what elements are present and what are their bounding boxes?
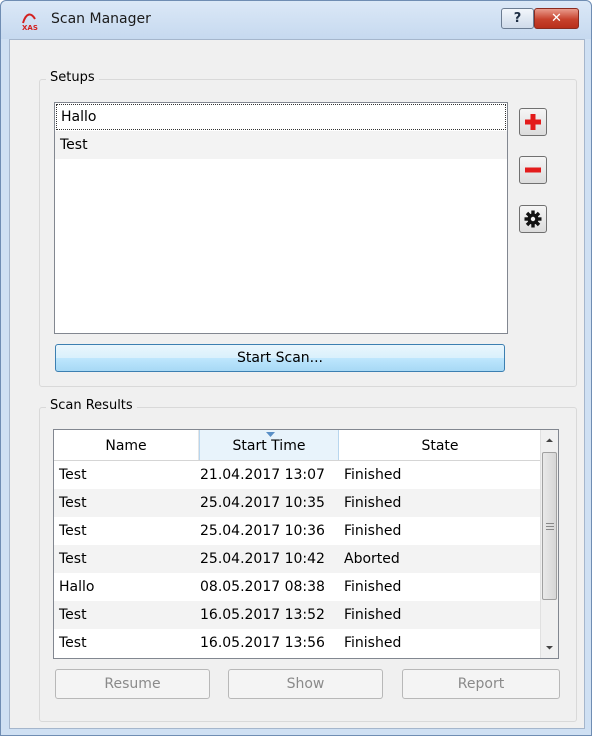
plus-icon [525, 114, 541, 130]
setups-group-title: Setups [46, 70, 99, 85]
table-row[interactable]: Test 25.04.2017 10:42 Aborted [54, 545, 541, 573]
report-button[interactable]: Report [402, 669, 560, 699]
cell-name: Test [59, 495, 87, 511]
cell-start-time: 16.05.2017 13:52 [200, 607, 325, 623]
scroll-up-button[interactable] [541, 432, 558, 449]
cell-name: Test [59, 523, 87, 539]
column-header-state[interactable]: State [339, 430, 541, 460]
help-button[interactable]: ? [501, 8, 534, 29]
add-setup-button[interactable] [519, 108, 547, 136]
column-header-name[interactable]: Name [54, 430, 199, 460]
app-logo-icon: XAS [21, 11, 43, 32]
setups-group: Setups Hallo Test Start Scan... [39, 70, 577, 387]
show-button[interactable]: Show [228, 669, 383, 699]
minus-icon [525, 167, 541, 173]
cell-name: Test [59, 551, 87, 567]
cell-state: Finished [344, 495, 402, 511]
scroll-grip-icon [546, 523, 554, 532]
setup-item-hallo[interactable]: Hallo [56, 104, 506, 130]
cell-start-time: 25.04.2017 10:42 [200, 551, 325, 567]
scroll-down-button[interactable] [541, 639, 558, 656]
table-header: Name Start Time State [54, 430, 541, 461]
cell-start-time: 25.04.2017 10:36 [200, 523, 325, 539]
title-bar[interactable]: XAS Scan Manager ? ✕ [1, 1, 591, 39]
column-header-start-time-label: Start Time [232, 438, 306, 454]
table-row[interactable]: Test 25.04.2017 10:35 Finished [54, 489, 541, 517]
table-row[interactable]: Test 16.05.2017 13:56 Finished [54, 629, 541, 657]
gear-icon [524, 210, 542, 228]
setup-item-test[interactable]: Test [55, 131, 507, 159]
scroll-thumb[interactable] [542, 452, 557, 600]
chevron-down-icon [546, 646, 553, 650]
svg-text:XAS: XAS [22, 24, 38, 31]
setup-settings-button[interactable] [519, 205, 547, 233]
cell-name: Test [59, 635, 87, 651]
remove-setup-button[interactable] [519, 156, 547, 184]
cell-start-time: 25.04.2017 10:35 [200, 495, 325, 511]
cell-state: Finished [344, 607, 402, 623]
dialog-client-area: Setups Hallo Test Start Scan... Scan Res… [9, 39, 585, 729]
close-button[interactable]: ✕ [534, 8, 579, 29]
cell-state: Aborted [344, 551, 400, 567]
table-vertical-scrollbar[interactable] [540, 430, 558, 658]
column-header-start-time[interactable]: Start Time [199, 430, 339, 460]
cell-state: Finished [344, 635, 402, 651]
table-row[interactable]: Test 21.04.2017 13:07 Finished [54, 461, 541, 489]
cell-state: Finished [344, 523, 402, 539]
cell-name: Test [59, 607, 87, 623]
scan-results-group-title: Scan Results [46, 398, 137, 413]
cell-name: Hallo [59, 579, 95, 595]
table-row[interactable]: Test 16.05.2017 13:52 Finished [54, 601, 541, 629]
scan-results-table[interactable]: Name Start Time State Test 21.04.2017 13… [53, 429, 559, 659]
cell-start-time: 21.04.2017 13:07 [200, 467, 325, 483]
cell-start-time: 08.05.2017 08:38 [200, 579, 325, 595]
table-row[interactable]: Test 25.04.2017 10:36 Finished [54, 517, 541, 545]
cell-name: Test [59, 467, 87, 483]
cell-state: Finished [344, 579, 402, 595]
table-row[interactable]: Hallo 08.05.2017 08:38 Finished [54, 573, 541, 601]
cell-start-time: 16.05.2017 13:56 [200, 635, 325, 651]
chevron-up-icon [546, 438, 553, 442]
resume-button[interactable]: Resume [55, 669, 210, 699]
close-icon: ✕ [551, 11, 562, 26]
window-title: Scan Manager [51, 11, 151, 27]
scan-manager-window: XAS Scan Manager ? ✕ Setups Hallo Test S… [0, 0, 592, 736]
start-scan-button[interactable]: Start Scan... [55, 344, 505, 372]
setups-list[interactable]: Hallo Test [54, 102, 508, 334]
cell-state: Finished [344, 467, 402, 483]
sort-arrow-icon [266, 432, 275, 437]
scan-results-group: Scan Results Name Start Time State Test [39, 398, 577, 722]
table-body: Test 21.04.2017 13:07 Finished Test 25.0… [54, 461, 541, 657]
